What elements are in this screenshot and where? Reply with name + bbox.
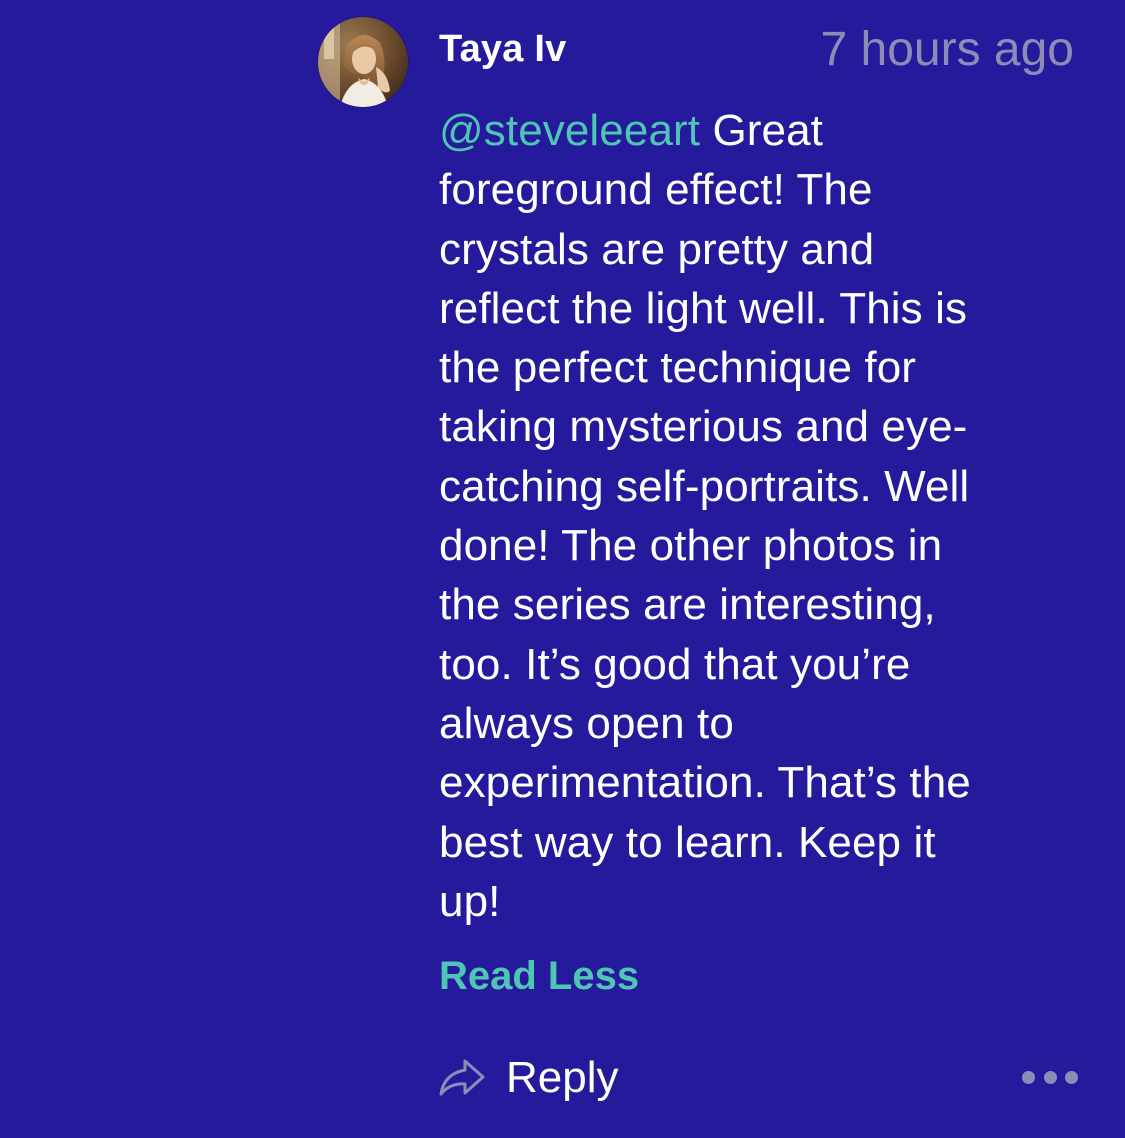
author-name[interactable]: Taya Iv <box>439 26 566 72</box>
more-dot <box>1022 1070 1035 1084</box>
reply-arrow-icon <box>438 1058 486 1098</box>
reply-button[interactable]: Reply <box>438 1050 619 1106</box>
read-less-link[interactable]: Read Less <box>439 950 639 1002</box>
mention-link[interactable]: @steveleeart <box>439 106 700 155</box>
more-dot <box>1065 1070 1078 1084</box>
more-dot <box>1043 1070 1057 1084</box>
more-options-icon[interactable] <box>1022 1062 1078 1092</box>
comment-body: @steveleeart Great foreground effect! Th… <box>439 101 1069 931</box>
comment-timestamp: 7 hours ago <box>820 23 1074 76</box>
user-avatar-photo <box>318 17 408 107</box>
comment: Taya Iv 7 hours ago @steveleeart Great f… <box>0 0 1125 1138</box>
reply-label: Reply <box>506 1053 619 1102</box>
comment-text: Great foreground effect! The crystals ar… <box>439 106 971 926</box>
avatar[interactable] <box>318 17 408 107</box>
